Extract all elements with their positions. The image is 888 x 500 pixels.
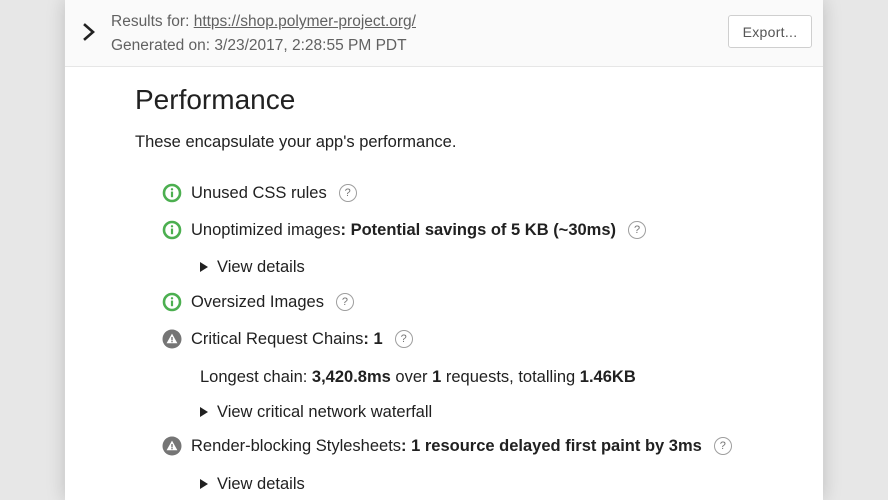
- help-circle-icon[interactable]: ?: [394, 330, 413, 348]
- export-button[interactable]: Export...: [728, 15, 812, 48]
- warning-triangle-icon: [162, 436, 182, 456]
- audit-value: : 1: [363, 329, 383, 348]
- results-label: Results for:: [111, 13, 194, 30]
- details-label: View critical network waterfall: [217, 402, 433, 421]
- generated-on: Generated on: 3/23/2017, 2:28:55 PM PDT: [111, 34, 416, 58]
- audit-label: Unused CSS rules: [191, 183, 327, 202]
- info-circle-icon: [162, 183, 182, 203]
- help-circle-icon[interactable]: ?: [628, 221, 647, 239]
- warning-triangle-icon: [162, 329, 182, 349]
- disclosure-triangle-icon: [200, 479, 208, 489]
- audit-unused-css: Unused CSS rules ?: [162, 181, 357, 205]
- details-label: View details: [217, 474, 305, 493]
- longest-chain-summary: Longest chain: 3,420.8ms over 1 requests…: [200, 365, 636, 389]
- audit-unoptimized-images: Unoptimized images : Potential savings o…: [162, 218, 647, 242]
- audit-critical-request-chains: Critical Request Chains : 1 ?: [162, 327, 413, 351]
- help-circle-icon[interactable]: ?: [713, 437, 732, 455]
- details-label: View details: [217, 257, 305, 276]
- chevron-right-icon[interactable]: [79, 21, 99, 43]
- audit-label: Oversized Images: [191, 292, 324, 311]
- chain-prefix: Longest chain:: [200, 368, 312, 386]
- audit-render-blocking-stylesheets: Render-blocking Stylesheets : 1 resource…: [162, 434, 732, 458]
- report-header: Results for: https://shop.polymer-projec…: [65, 0, 823, 67]
- section-description: These encapsulate your app's performance…: [135, 133, 457, 151]
- help-circle-icon[interactable]: ?: [338, 184, 357, 202]
- chain-count: 1: [432, 368, 442, 386]
- audit-label: Critical Request Chains: [191, 329, 364, 348]
- chain-size: 1.46KB: [579, 368, 636, 386]
- info-circle-icon: [162, 292, 182, 312]
- chain-requests: requests, totalling: [441, 368, 580, 386]
- report-meta: Results for: https://shop.polymer-projec…: [111, 10, 416, 58]
- results-for: Results for: https://shop.polymer-projec…: [111, 10, 416, 34]
- audit-oversized-images: Oversized Images ?: [162, 290, 354, 314]
- view-details-toggle[interactable]: View details: [200, 255, 305, 279]
- view-waterfall-toggle[interactable]: View critical network waterfall: [200, 400, 432, 424]
- results-url-link[interactable]: https://shop.polymer-project.org/: [194, 13, 416, 30]
- info-circle-icon: [162, 220, 182, 240]
- generated-label: Generated on:: [111, 37, 215, 54]
- generated-value: 3/23/2017, 2:28:55 PM PDT: [214, 37, 407, 54]
- audit-value: : Potential savings of 5 KB (~30ms): [340, 220, 617, 239]
- chain-over: over: [390, 368, 433, 386]
- disclosure-triangle-icon: [200, 262, 208, 272]
- audit-label: Unoptimized images: [191, 220, 341, 239]
- chain-duration: 3,420.8ms: [311, 368, 391, 386]
- audit-value: : 1 resource delayed first paint by 3ms: [401, 436, 702, 455]
- report-panel: Results for: https://shop.polymer-projec…: [65, 0, 823, 500]
- disclosure-triangle-icon: [200, 407, 208, 417]
- audit-label: Render-blocking Stylesheets: [191, 436, 402, 455]
- section-title: Performance: [135, 84, 296, 115]
- view-details-toggle[interactable]: View details: [200, 472, 305, 496]
- help-circle-icon[interactable]: ?: [335, 293, 354, 311]
